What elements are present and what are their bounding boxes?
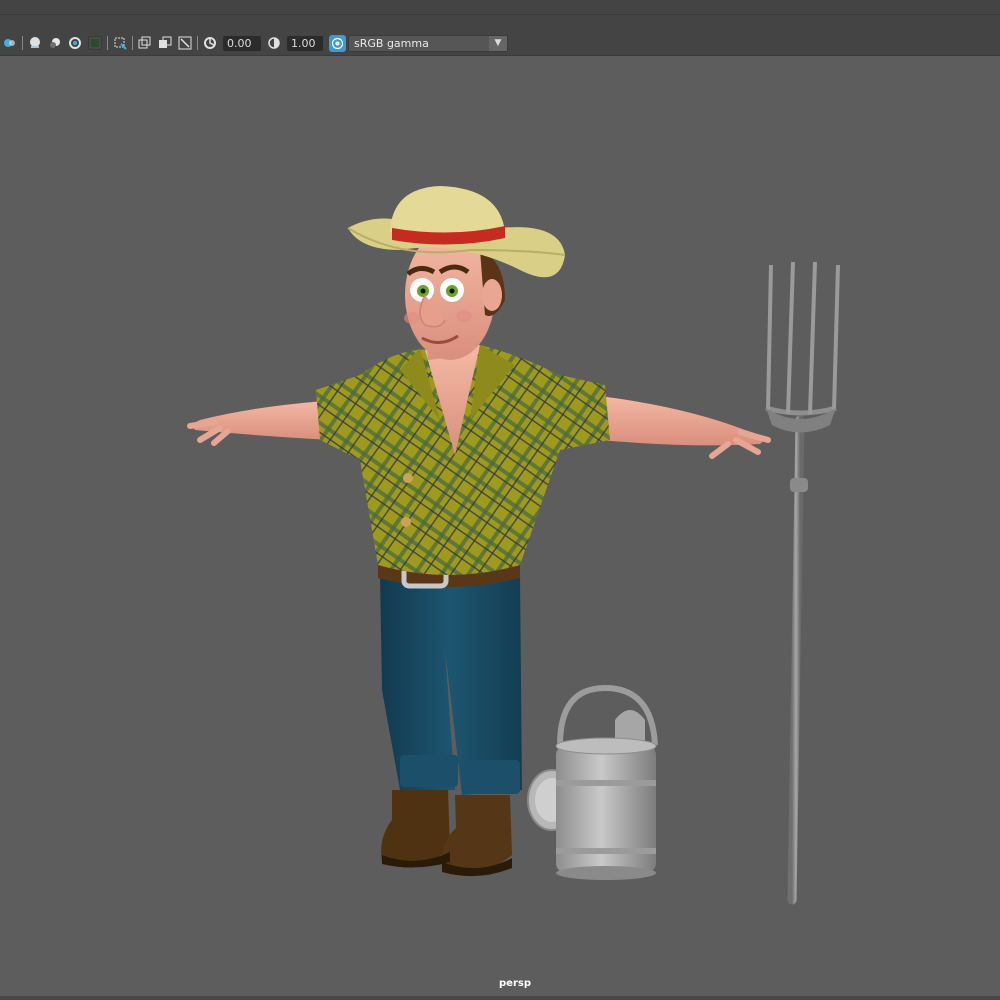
shadow-icon[interactable]	[48, 36, 62, 50]
watering-can	[527, 684, 658, 880]
gamma-icon[interactable]	[267, 36, 281, 50]
safe-action-icon[interactable]	[178, 36, 192, 50]
color-space-dropdown[interactable]: sRGB gamma ▼	[348, 34, 508, 52]
exposure-icon[interactable]	[203, 36, 217, 50]
viewport-bottom-border	[0, 996, 1000, 1000]
resolution-gate-icon[interactable]	[138, 36, 152, 50]
toolbar-separator	[22, 36, 23, 50]
gamma-field[interactable]: 1.00	[287, 35, 323, 51]
chevron-down-icon[interactable]: ▼	[489, 35, 507, 51]
grid-icon[interactable]	[88, 36, 102, 50]
lighting-icon[interactable]	[28, 36, 42, 50]
shading-icon[interactable]	[3, 36, 17, 50]
color-management-icon[interactable]	[329, 34, 346, 52]
scene-render	[187, 186, 840, 905]
toolbar-separator	[132, 36, 133, 50]
viewport-3d[interactable]	[0, 56, 1000, 998]
color-space-label: sRGB gamma	[354, 36, 429, 50]
toolbar-separator	[107, 36, 108, 50]
toolbar-separator	[197, 36, 198, 50]
menu-strip	[0, 0, 1000, 15]
film-gate-icon[interactable]	[158, 36, 172, 50]
select-icon[interactable]	[113, 36, 127, 50]
pitchfork	[765, 261, 840, 905]
exposure-field[interactable]: 0.00	[223, 35, 261, 51]
farmer-character	[187, 186, 771, 877]
viewport-toolbar: 0.00 1.00 sRGB gamma ▼	[0, 32, 508, 54]
isolate-icon[interactable]	[68, 36, 82, 50]
camera-label: persp	[499, 978, 531, 989]
